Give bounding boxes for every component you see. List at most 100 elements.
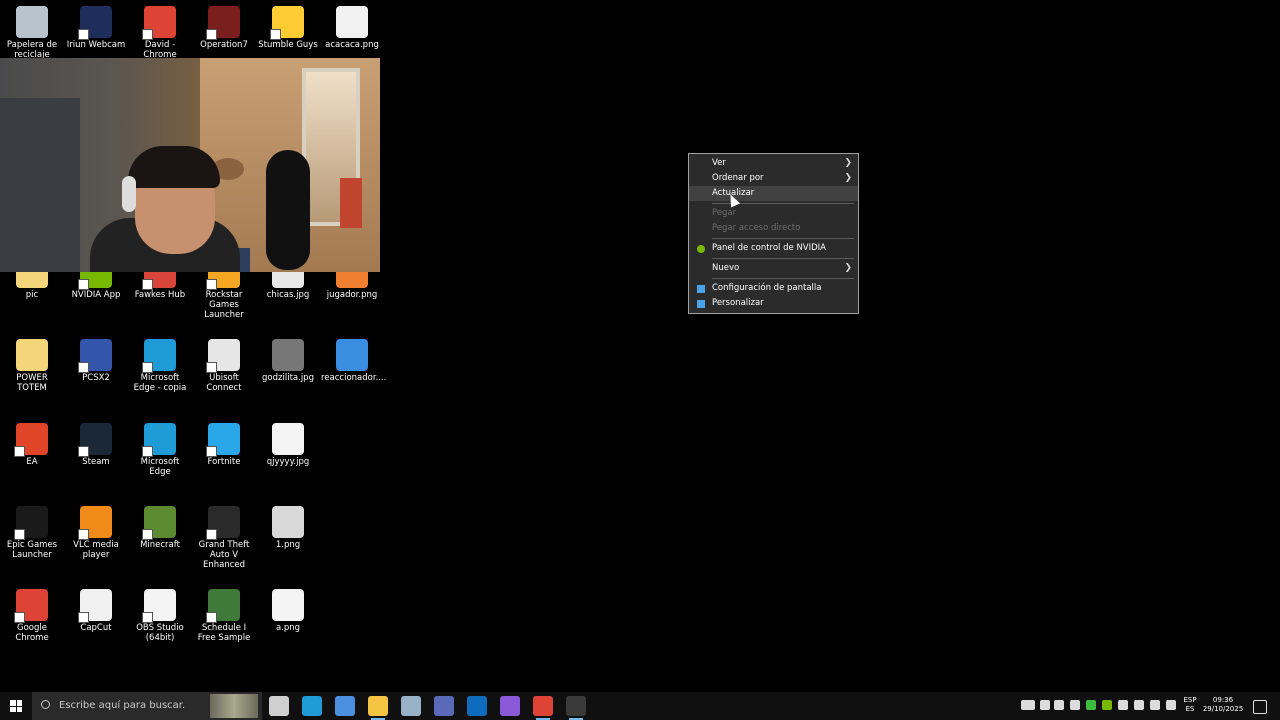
desktop-icon-label: Microsoft Edge — [140, 457, 180, 477]
menu-item-actualizar[interactable]: Actualizar — [689, 186, 858, 201]
desktop[interactable]: Papelera de reciclaje Iriun Webcam David -… — [0, 0, 1280, 692]
iriun-tray-icon[interactable] — [1054, 700, 1064, 710]
desktop-icon-label: Papelera de reciclaje — [6, 40, 58, 60]
obs-icon[interactable] — [566, 696, 586, 720]
taskbar-search-box[interactable]: Escribe aquí para buscar. — [32, 692, 262, 720]
settings-app-icon[interactable] — [401, 696, 421, 716]
copilot-icon[interactable] — [500, 696, 520, 716]
wifi-icon[interactable] — [1166, 700, 1176, 710]
store-icon[interactable] — [335, 696, 355, 716]
language-indicator[interactable]: ESP ES — [1182, 696, 1198, 714]
desktop-icon-label: Fortnite — [207, 457, 241, 467]
ubisoft-icon — [206, 339, 240, 373]
menu-item-configuracion-pantalla[interactable]: Configuración de pantalla — [689, 281, 858, 296]
clock[interactable]: 09:36 29/10/2025 — [1200, 696, 1246, 714]
desktop-icon[interactable]: Papelera de reciclaje — [0, 2, 64, 60]
desktop-icon[interactable]: Google Chrome — [0, 585, 64, 643]
desktop-icon-label: Rockstar Games Launcher — [204, 290, 244, 320]
menu-item-ordenar-por[interactable]: Ordenar por ❯ — [689, 171, 858, 186]
volume-icon[interactable] — [1150, 700, 1160, 710]
start-button[interactable] — [0, 692, 32, 720]
menu-item-nuevo[interactable]: Nuevo ❯ — [689, 261, 858, 276]
minecraft-icon — [142, 506, 176, 540]
ea-icon — [14, 423, 48, 457]
desktop-icon[interactable]: EA — [0, 419, 64, 467]
image-file-icon — [272, 339, 304, 371]
fortnite-icon — [206, 423, 240, 457]
desktop-icon[interactable]: 1.png — [256, 502, 320, 550]
desktop-icon-label: 1.png — [275, 540, 301, 550]
desktop-icon[interactable]: Operation7 — [192, 2, 256, 50]
webcam-overlay — [0, 58, 380, 272]
desktop-icon[interactable]: godzilita.jpg — [256, 335, 320, 383]
ubisoft-tray-icon[interactable] — [1040, 700, 1050, 710]
desktop-icon[interactable]: Ubisoft Connect — [192, 335, 256, 393]
outlook-icon[interactable] — [467, 696, 487, 716]
menu-item-pegar-acceso-directo[interactable]: Pegar acceso directo — [689, 221, 858, 236]
desktop-icon[interactable]: Grand Theft Auto V Enhanced — [192, 502, 256, 570]
desktop-icon[interactable]: Minecraft — [128, 502, 192, 550]
keyboard-icon[interactable] — [1021, 700, 1035, 710]
desktop-icon-label: Ubisoft Connect — [206, 373, 242, 393]
folder-icon — [16, 339, 48, 371]
desktop-icon[interactable]: Microsoft Edge - copia — [128, 335, 192, 393]
chevron-right-icon: ❯ — [844, 173, 852, 183]
image-file-icon — [272, 506, 304, 538]
quick-assist-icon[interactable] — [434, 696, 454, 716]
desktop-icon[interactable]: Stumble Guys — [256, 2, 320, 50]
menu-item-nvidia-panel[interactable]: Panel de control de NVIDIA — [689, 241, 858, 256]
taskbar: Escribe aquí para buscar. ESP ES 09:36 2… — [0, 692, 1280, 720]
image-file-icon — [336, 6, 368, 38]
desktop-icon[interactable]: Fortnite — [192, 419, 256, 467]
pcsx2-icon — [78, 339, 112, 373]
stumble-guys-icon — [270, 6, 304, 40]
desktop-icon[interactable]: reaccionador.... — [320, 335, 386, 383]
desktop-icon[interactable]: PCSX2 — [64, 335, 128, 383]
menu-item-label: Panel de control de NVIDIA — [712, 243, 826, 253]
desktop-icon[interactable]: VLC media player — [64, 502, 128, 560]
nvidia-tray-icon[interactable] — [1102, 700, 1112, 710]
desktop-icon-label: Stumble Guys — [258, 40, 318, 50]
menu-item-ver[interactable]: Ver ❯ — [689, 156, 858, 171]
file-explorer-icon[interactable] — [368, 696, 388, 720]
task-view-icon[interactable] — [269, 696, 289, 716]
desktop-icon-label: Schedule I Free Sample — [197, 623, 251, 643]
desktop-icon[interactable]: a.png — [256, 585, 320, 633]
webcam-headphone — [122, 176, 136, 212]
clock-date: 29/10/2025 — [1202, 705, 1244, 713]
notification-center-icon[interactable] — [1253, 700, 1267, 714]
operation7-icon — [206, 6, 240, 40]
microphone-icon[interactable] — [1070, 700, 1080, 710]
edge-icon[interactable] — [302, 696, 322, 716]
menu-separator — [712, 258, 854, 259]
desktop-icon[interactable]: Steam — [64, 419, 128, 467]
epic-games-icon — [14, 506, 48, 540]
desktop-icon-label: pic — [25, 290, 39, 300]
menu-item-personalizar[interactable]: Personalizar — [689, 296, 858, 311]
desktop-icon[interactable]: CapCut — [64, 585, 128, 633]
network-icon[interactable] — [1118, 700, 1128, 710]
desktop-icon[interactable]: Iriun Webcam — [64, 2, 128, 50]
desktop-icon[interactable]: OBS Studio (64bit) — [128, 585, 192, 643]
desktop-icon[interactable]: POWER TOTEM — [0, 335, 64, 393]
menu-separator — [712, 238, 854, 239]
keyboard-layout-label: ES — [1185, 705, 1195, 713]
chrome-icon — [14, 589, 48, 623]
menu-item-label: Pegar — [712, 208, 737, 218]
search-highlight-image — [210, 694, 258, 718]
chrome-icon[interactable] — [533, 696, 553, 720]
desktop-icon[interactable]: Epic Games Launcher — [0, 502, 64, 560]
menu-item-label: Nuevo — [712, 263, 740, 273]
discord-icon[interactable] — [1134, 700, 1144, 710]
desktop-icon[interactable]: acacaca.png — [320, 2, 384, 50]
schedule-i-icon — [206, 589, 240, 623]
desktop-icon-label: Iriun Webcam — [66, 40, 126, 50]
desktop-icon[interactable]: Schedule I Free Sample — [192, 585, 256, 643]
menu-separator — [712, 278, 854, 279]
xbox-icon[interactable] — [1086, 700, 1096, 710]
desktop-icon[interactable]: Microsoft Edge — [128, 419, 192, 477]
desktop-icon-label: acacaca.png — [325, 40, 379, 50]
menu-item-pegar[interactable]: Pegar — [689, 206, 858, 221]
desktop-icon[interactable]: David - Chrome — [128, 2, 192, 60]
desktop-icon[interactable]: qjyyyy.jpg — [256, 419, 320, 467]
